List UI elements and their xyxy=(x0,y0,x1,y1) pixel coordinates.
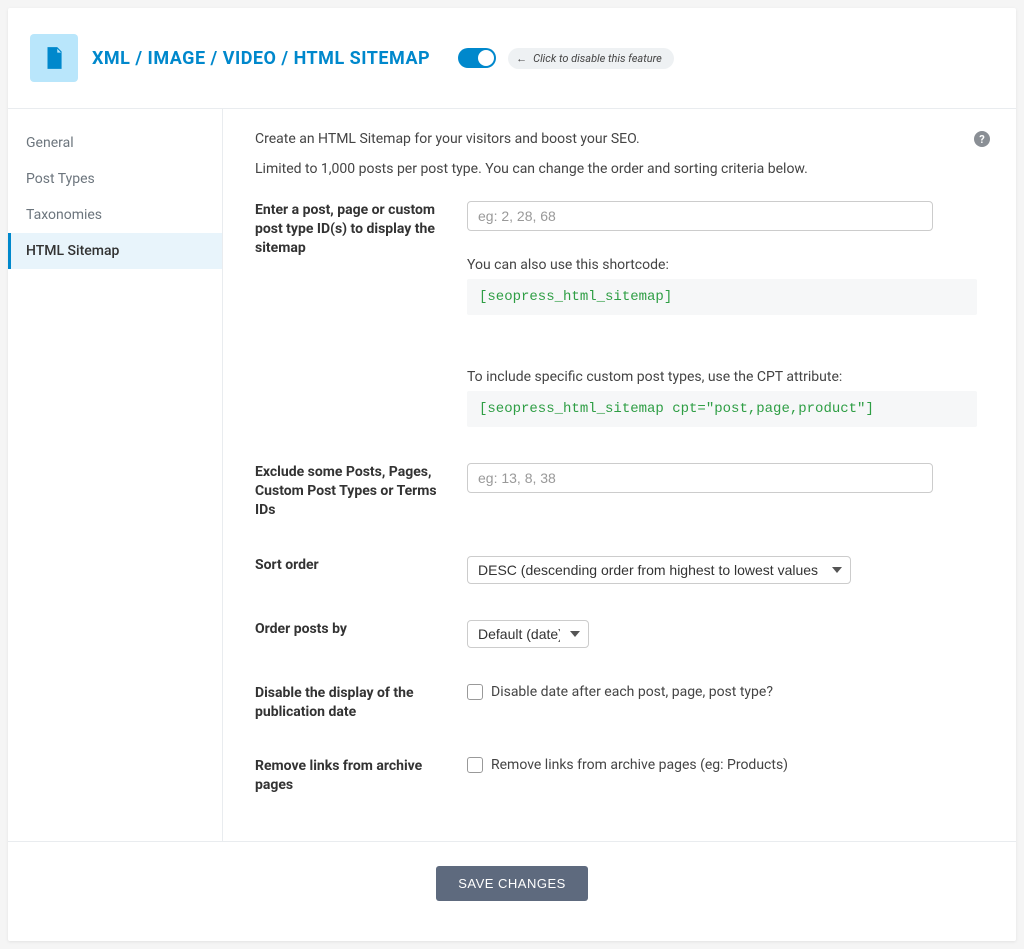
sitemap-icon xyxy=(30,34,78,82)
arrow-left-icon: ← xyxy=(516,52,527,65)
display-ids-label: Enter a post, page or custom post type I… xyxy=(255,201,467,258)
remove-links-checkbox[interactable] xyxy=(467,757,483,773)
exclude-ids-label: Exclude some Posts, Pages, Custom Post T… xyxy=(255,463,467,520)
sidebar-item-html-sitemap[interactable]: HTML Sitemap xyxy=(8,233,222,269)
order-by-select[interactable]: Default (date) xyxy=(467,620,589,648)
sidebar-item-taxonomies[interactable]: Taxonomies xyxy=(8,197,222,233)
exclude-ids-input[interactable] xyxy=(467,463,933,493)
intro-line-1: Create an HTML Sitemap for your visitors… xyxy=(255,131,984,147)
settings-sidebar: General Post Types Taxonomies HTML Sitem… xyxy=(8,109,223,841)
shortcode-desc-2: To include specific custom post types, u… xyxy=(467,369,984,385)
disable-date-label: Disable the display of the publication d… xyxy=(255,684,467,722)
order-by-label: Order posts by xyxy=(255,620,467,639)
form-footer: SAVE CHANGES xyxy=(8,841,1016,941)
toggle-hint: ← Click to disable this feature xyxy=(508,48,674,69)
page-header: XML / IMAGE / VIDEO / HTML SITEMAP ← Cli… xyxy=(8,8,1016,109)
remove-links-checkbox-label: Remove links from archive pages (eg: Pro… xyxy=(491,757,788,773)
feature-toggle[interactable] xyxy=(458,48,496,68)
page-title: XML / IMAGE / VIDEO / HTML SITEMAP xyxy=(92,48,430,69)
display-ids-input[interactable] xyxy=(467,201,933,231)
intro-line-2: Limited to 1,000 posts per post type. Yo… xyxy=(255,161,984,177)
disable-date-checkbox-label: Disable date after each post, page, post… xyxy=(491,684,773,700)
sidebar-item-label: Taxonomies xyxy=(26,207,102,223)
shortcode-2: [seopress_html_sitemap cpt="post,page,pr… xyxy=(467,391,977,427)
disable-date-checkbox[interactable] xyxy=(467,684,483,700)
sidebar-item-post-types[interactable]: Post Types xyxy=(8,161,222,197)
toggle-hint-label: Click to disable this feature xyxy=(533,52,662,65)
sort-order-label: Sort order xyxy=(255,556,467,575)
save-button[interactable]: SAVE CHANGES xyxy=(436,866,588,901)
sidebar-item-general[interactable]: General xyxy=(8,125,222,161)
help-icon[interactable]: ? xyxy=(974,131,990,147)
sidebar-item-label: HTML Sitemap xyxy=(26,243,119,259)
settings-content: ? Create an HTML Sitemap for your visito… xyxy=(223,109,1016,841)
shortcode-1: [seopress_html_sitemap] xyxy=(467,279,977,315)
shortcode-desc-1: You can also use this shortcode: xyxy=(467,257,984,273)
remove-links-label: Remove links from archive pages xyxy=(255,757,467,795)
sort-order-select[interactable]: DESC (descending order from highest to l… xyxy=(467,556,851,584)
sidebar-item-label: Post Types xyxy=(26,171,95,187)
sidebar-item-label: General xyxy=(26,135,74,151)
